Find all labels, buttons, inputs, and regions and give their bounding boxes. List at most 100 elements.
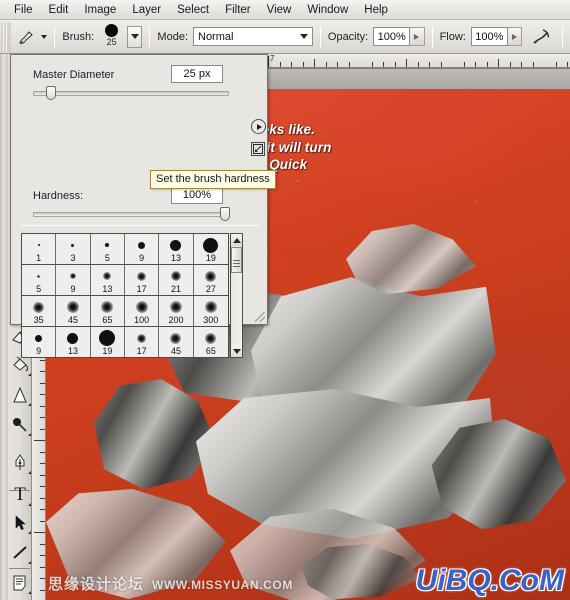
blend-mode-chevron-down-icon[interactable] <box>299 28 308 45</box>
ruler-minor-tick <box>441 62 442 67</box>
airbrush-icon[interactable] <box>528 24 555 50</box>
brush-preset-cell[interactable]: 45 <box>56 296 91 327</box>
brush-preset-dot-icon <box>204 301 217 313</box>
options-separator-2 <box>149 25 151 48</box>
brush-grid-scrollbar[interactable] <box>230 233 243 358</box>
ruler-minor-tick <box>429 62 430 67</box>
brush-preset-size-label: 17 <box>136 284 147 294</box>
new-preset-icon[interactable] <box>251 142 265 156</box>
brush-preset-dot-icon <box>105 243 110 247</box>
brush-size-preview[interactable]: 25 <box>99 23 124 51</box>
tool-preset-chevron-down-icon[interactable] <box>41 34 48 39</box>
ruler-minor-tick <box>40 417 45 418</box>
opacity-input[interactable]: 100% <box>373 27 411 46</box>
watermark-forum-name: 思缘设计论坛 <box>48 575 145 593</box>
brush-preset-cell[interactable]: 9 <box>56 265 91 296</box>
scrollbar-triangle-up-icon[interactable] <box>231 234 242 246</box>
brush-preset-dot-icon <box>67 332 79 344</box>
hardness-slider-thumb[interactable] <box>220 207 230 221</box>
flow-input[interactable]: 100% <box>470 27 508 46</box>
brush-preset-cell[interactable]: 200 <box>159 296 194 327</box>
menu-item-help[interactable]: Help <box>356 2 396 18</box>
brush-preset-size-label: 65 <box>102 315 113 325</box>
brush-preset-size-label: 9 <box>36 346 42 356</box>
brush-preset-cell[interactable]: 300 <box>193 296 228 327</box>
brush-preset-cell[interactable]: 1 <box>22 234 57 265</box>
menu-item-filter[interactable]: Filter <box>217 2 259 18</box>
sidebar-item-dodge-tool[interactable] <box>9 414 31 436</box>
sidebar-item-line-tool[interactable] <box>9 542 31 564</box>
sidebar-item-path-selection-tool[interactable] <box>9 512 31 534</box>
brush-preset-cell[interactable]: 3 <box>56 234 91 265</box>
ruler-minor-tick <box>349 62 350 67</box>
menu-item-image[interactable]: Image <box>76 2 124 18</box>
menu-item-layer[interactable]: Layer <box>124 2 169 18</box>
brush-preset-cell[interactable]: 27 <box>193 265 228 296</box>
brush-preset-thumbnail <box>170 330 182 346</box>
brush-preset-cell[interactable]: 5 <box>90 234 125 265</box>
brush-picker-chevron-down-icon[interactable] <box>127 25 143 48</box>
blend-mode-value: Normal <box>198 30 234 43</box>
menu-item-window[interactable]: Window <box>299 2 356 18</box>
brush-preset-cell[interactable]: 17 <box>124 265 160 296</box>
brush-tool-icon[interactable] <box>13 24 40 50</box>
brush-preset-cell[interactable]: 9 <box>22 327 57 357</box>
brush-preset-dot-icon <box>135 301 148 313</box>
ruler-minor-tick <box>510 62 511 67</box>
brush-preset-cell[interactable]: 65 <box>193 327 228 357</box>
ruler-minor-tick <box>40 394 45 395</box>
brush-preset-picker-panel[interactable]: Master Diameter 25 px Hardness: 100% 135… <box>10 54 268 358</box>
tools-palette-grip[interactable] <box>0 54 8 600</box>
brush-preset-cell[interactable]: 13 <box>159 234 194 265</box>
brush-preset-cell[interactable]: 45 <box>159 327 194 357</box>
menu-item-file[interactable]: File <box>6 2 41 18</box>
scrollbar-thumb[interactable] <box>231 247 242 273</box>
ruler-minor-tick <box>475 62 476 67</box>
ruler-minor-tick <box>40 521 45 522</box>
brush-preset-thumbnail <box>204 299 217 315</box>
master-diameter-slider-track[interactable] <box>33 86 229 100</box>
brush-preset-cell[interactable]: 13 <box>56 327 91 357</box>
sidebar-item-type-tool[interactable]: T <box>9 482 31 506</box>
sidebar-item-gradient-tool[interactable] <box>9 384 31 406</box>
line-icon <box>13 546 27 559</box>
brush-preset-cell[interactable]: 100 <box>124 296 160 327</box>
ruler-minor-tick <box>40 463 45 464</box>
panel-menu-icon[interactable] <box>251 119 266 134</box>
brush-preset-cell[interactable]: 21 <box>159 265 194 296</box>
brush-preset-cell[interactable]: 5 <box>22 265 57 296</box>
sidebar-item-pen-tool[interactable] <box>9 452 31 474</box>
brush-preset-dot-icon <box>66 301 79 313</box>
ruler-minor-tick <box>40 486 45 487</box>
brush-preset-cell[interactable]: 9 <box>124 234 160 265</box>
options-bar-grip[interactable] <box>1 21 11 52</box>
blend-mode-select[interactable]: Normal <box>193 27 313 46</box>
brush-preset-cell[interactable]: 65 <box>90 296 125 327</box>
ruler-minor-tick <box>418 62 419 67</box>
menu-item-edit[interactable]: Edit <box>41 2 77 18</box>
panel-resize-grip[interactable] <box>255 312 265 322</box>
brush-preset-cell[interactable]: 19 <box>193 234 228 265</box>
options-separator-3 <box>319 25 321 48</box>
brush-preset-grid[interactable]: 1 3 5 9 13 19 5 9 13 17 21 27 35 45 65 100 200 300 9 13 19 17… <box>21 233 229 358</box>
hardness-slider-track[interactable] <box>33 207 230 221</box>
brush-preset-thumbnail <box>35 330 43 346</box>
brush-preset-cell[interactable]: 19 <box>90 327 125 357</box>
master-diameter-input[interactable]: 25 px <box>171 65 223 83</box>
brush-preset-dot-icon <box>170 271 181 281</box>
menu-item-view[interactable]: View <box>259 2 300 18</box>
brush-preset-cell[interactable]: 13 <box>90 265 125 296</box>
ruler-minor-tick <box>40 555 45 556</box>
mode-label: Mode: <box>157 30 188 43</box>
brush-preset-dot-icon <box>101 301 114 313</box>
master-diameter-slider-thumb[interactable] <box>46 86 56 100</box>
ruler-minor-tick <box>487 62 488 67</box>
menu-item-select[interactable]: Select <box>169 2 217 18</box>
sidebar-item-notes-tool[interactable] <box>9 572 31 594</box>
brush-preset-cell[interactable]: 17 <box>124 327 160 357</box>
brush-preset-thumbnail <box>170 268 181 284</box>
brush-preset-cell[interactable]: 35 <box>22 296 57 327</box>
scrollbar-triangle-down-icon[interactable] <box>231 345 242 357</box>
flow-chevron-right-icon[interactable] <box>507 27 523 46</box>
opacity-chevron-right-icon[interactable] <box>410 27 425 46</box>
